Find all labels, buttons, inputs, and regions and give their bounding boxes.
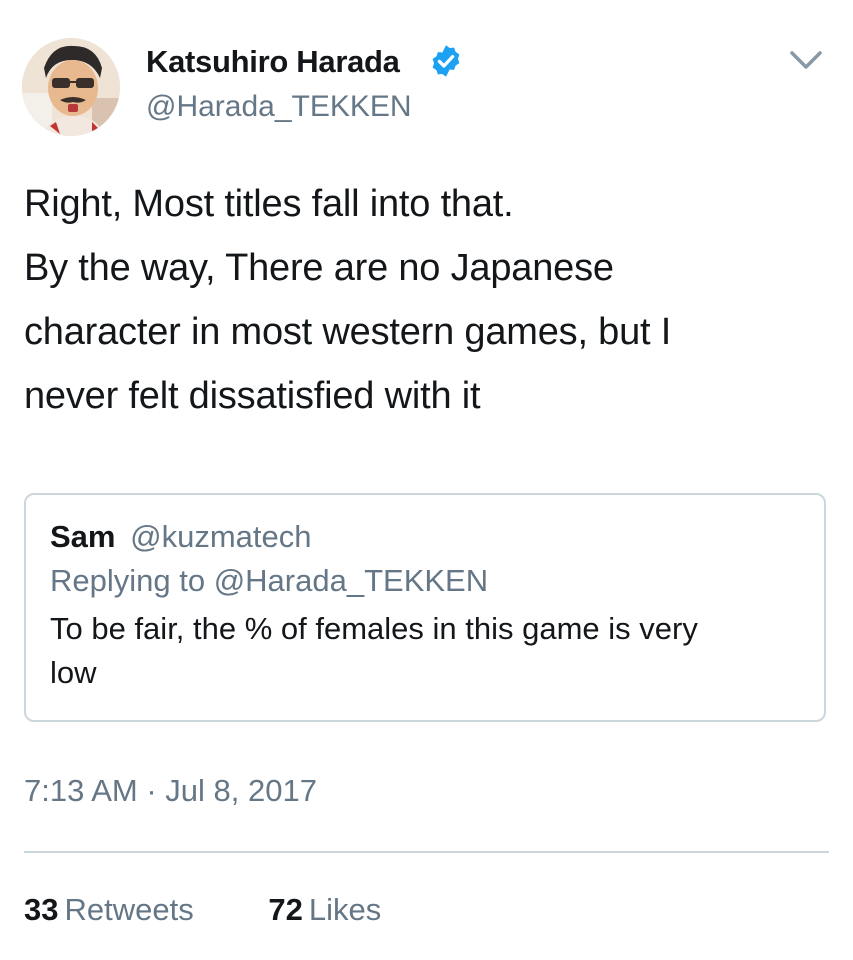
quoted-replying-to: Replying to @Harada_TEKKEN <box>50 563 489 598</box>
avatar-image <box>22 38 120 136</box>
tweet-text-line: never felt dissatisfied with it <box>24 375 481 417</box>
quoted-tweet-text: To be fair, the % of females in this gam… <box>50 607 810 695</box>
tweet-text: Right, Most titles fall into that. By th… <box>24 172 824 428</box>
tweet-text-line: By the way, There are no Japanese <box>24 247 614 289</box>
divider <box>24 851 829 853</box>
quoted-tweet-header: Sam @kuzmatech <box>50 519 311 555</box>
retweets-count: 33 <box>24 892 59 927</box>
verified-badge-icon <box>432 45 460 77</box>
tweet-text-line: character in most western games, but I <box>24 311 672 353</box>
tweet-stats: 33 Retweets 72 Likes <box>24 892 381 928</box>
quoted-tweet-card[interactable]: Sam @kuzmatech Replying to @Harada_TEKKE… <box>24 493 826 722</box>
retweets-stat[interactable]: 33 Retweets <box>24 892 194 928</box>
tweet-timestamp[interactable]: 7:13 AM · Jul 8, 2017 <box>24 773 317 809</box>
quoted-text-line: low <box>50 655 97 690</box>
author-handle[interactable]: @Harada_TEKKEN <box>146 90 412 124</box>
likes-count: 72 <box>268 892 303 927</box>
quoted-text-line: To be fair, the % of females in this gam… <box>50 611 698 646</box>
tweet-text-line: Right, Most titles fall into that. <box>24 183 514 225</box>
quoted-author-handle: @kuzmatech <box>130 519 312 554</box>
chevron-down-icon[interactable] <box>786 44 826 74</box>
quoted-author-name: Sam <box>50 519 116 554</box>
avatar[interactable] <box>22 38 120 136</box>
author-display-name[interactable]: Katsuhiro Harada <box>146 44 400 80</box>
likes-stat[interactable]: 72 Likes <box>268 892 381 928</box>
retweets-label: Retweets <box>64 892 194 927</box>
likes-label: Likes <box>308 892 382 927</box>
